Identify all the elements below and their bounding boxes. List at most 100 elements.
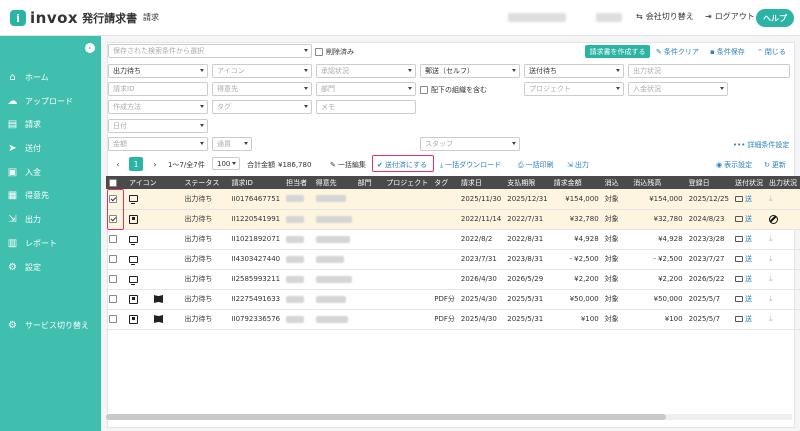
sidebar-item-2[interactable]: ▤ 請求 — [7, 119, 41, 130]
close-filters-link[interactable]: ⌃ 閉じる — [757, 47, 786, 57]
column-header[interactable]: 送付状況 — [731, 176, 766, 189]
send-status-select[interactable]: 送付待ち — [524, 64, 624, 78]
column-header[interactable]: 登録日 — [685, 176, 732, 189]
save-conditions-link[interactable]: ▪ 条件保存 — [710, 47, 745, 57]
payment-status-select[interactable]: 入金状況 — [628, 82, 728, 96]
sidebar-item-6[interactable]: ⇲ 出力 — [7, 214, 41, 225]
create-invoice-button[interactable]: 請求書を作成する — [585, 45, 650, 58]
select-all-checkbox[interactable] — [109, 178, 117, 187]
print-icon[interactable] — [734, 316, 743, 322]
project-select[interactable]: プロジェクト — [524, 82, 624, 96]
column-header[interactable] — [106, 176, 126, 189]
column-header[interactable]: 出力状況 — [765, 176, 800, 189]
output-state-select[interactable]: 出力状況 — [628, 64, 790, 78]
send-icon[interactable]: 送 — [745, 275, 752, 283]
column-header[interactable]: 請求金額 — [550, 176, 602, 189]
column-header[interactable]: 請求ID — [228, 176, 284, 189]
table-row[interactable]: 出力待ち II4303427440 2023/7/31 2023/8/31- ¥2,5… — [106, 249, 800, 270]
include-sub-check[interactable] — [420, 86, 428, 94]
print-icon[interactable] — [734, 216, 743, 222]
collapse-sidebar-icon[interactable]: ‹ — [85, 43, 95, 53]
clear-conditions-link[interactable]: ✎ 条件クリア — [656, 47, 699, 57]
print-icon[interactable] — [734, 256, 743, 262]
column-header[interactable]: 部門 — [354, 176, 384, 189]
date-select[interactable]: 日付 — [108, 119, 208, 133]
delivery-method-select[interactable]: 郵送（セルフ） — [420, 64, 520, 78]
download-icon[interactable]: ⤓ — [769, 254, 773, 264]
amount-select[interactable]: 金額 — [108, 137, 208, 151]
print-icon[interactable] — [734, 195, 743, 202]
send-icon[interactable]: 送 — [745, 235, 752, 243]
tag-select[interactable]: タグ — [212, 100, 312, 114]
department-select[interactable]: 部門 — [316, 82, 416, 96]
column-header[interactable]: アイコン — [126, 176, 182, 189]
bulk-edit-button[interactable]: ✎ 一括編集 — [330, 160, 366, 170]
invoice-id-input[interactable]: 請求ID — [108, 82, 208, 96]
staff-select[interactable]: スタッフ — [420, 137, 520, 151]
saved-search-select[interactable]: 保存された検索条件から選択 — [108, 44, 312, 58]
help-button[interactable]: ヘルプ — [756, 9, 794, 27]
column-header[interactable]: ステータス — [181, 176, 229, 189]
download-icon[interactable]: ⤓ — [769, 194, 773, 204]
download-icon[interactable]: ⤓ — [769, 274, 773, 284]
sidebar-item-5[interactable]: ▦ 得意先 — [7, 190, 49, 201]
column-header[interactable]: 担当者 — [283, 176, 313, 189]
row-checkbox[interactable] — [109, 275, 117, 283]
row-checkbox[interactable] — [109, 315, 117, 323]
bulk-print-button[interactable]: ⎙ 一括印刷 — [518, 160, 554, 170]
per-page-select[interactable]: 100 — [212, 157, 240, 170]
table-row[interactable]: 出力待ち II1021892071 2022/8/2 2022/8/31 ¥4,928 対… — [106, 229, 800, 250]
send-icon[interactable]: 送 — [745, 255, 752, 263]
table-row[interactable]: 出力待ち II2585993211 2026/4/30 2026/5/29 ¥2,200… — [106, 269, 800, 290]
column-header[interactable]: 請求日 — [457, 176, 505, 189]
sidebar-item-0[interactable]: ⌂ ホーム — [7, 72, 48, 83]
send-icon[interactable]: 送 — [745, 295, 752, 303]
memo-input[interactable]: メモ — [316, 100, 416, 114]
column-header[interactable]: プロジェクト — [383, 176, 432, 189]
column-header[interactable]: 消込残高 — [630, 176, 686, 189]
column-header[interactable]: 得意先 — [312, 176, 355, 189]
currency-select[interactable]: 通貨 — [212, 137, 252, 151]
row-checkbox[interactable] — [109, 235, 117, 243]
download-icon[interactable]: ⤓ — [769, 314, 773, 324]
sidebar-item-1[interactable]: ☁ アップロード — [7, 96, 74, 107]
table-row[interactable]: 出力待ち II2275491633 PDF分 2025/4/30 2025/5/31 ¥5… — [106, 289, 800, 310]
logout-button[interactable]: ⇥ ログアウト — [705, 11, 755, 22]
advanced-conditions-link[interactable]: ••• 詳細条件設定 — [733, 140, 789, 150]
include-sub-checkbox[interactable]: 配下の組織を含む — [420, 85, 487, 95]
customer-select[interactable]: 得意先 — [212, 82, 312, 96]
output-status-select[interactable]: 出力待ち — [108, 64, 208, 78]
send-icon[interactable]: 送 — [745, 215, 752, 223]
send-icon[interactable]: 送 — [745, 195, 752, 203]
send-icon[interactable]: 送 — [745, 315, 752, 323]
horizontal-scrollbar[interactable] — [106, 414, 792, 420]
prev-page-button[interactable]: ‹ — [111, 157, 125, 171]
sidebar-item-7[interactable]: ▥ レポート — [7, 238, 57, 249]
table-row[interactable]: 出力待ち II1220541991 2022/11/14 2022/7/31 ¥32,7… — [106, 209, 800, 230]
print-icon[interactable] — [734, 236, 743, 242]
column-header[interactable]: 支払期限 — [504, 176, 551, 189]
switch-company-button[interactable]: ⇆ 会社切り替え — [636, 11, 694, 22]
approval-select[interactable]: 承認状況 — [316, 64, 416, 78]
column-header[interactable]: 消込 — [601, 176, 631, 189]
table-row[interactable]: 出力待ち II0792336576 PDF分 2025/4/30 2025/5/31 ¥1… — [106, 309, 800, 330]
export-button[interactable]: ⇲ 出力 — [567, 160, 589, 170]
sidebar-item-3[interactable]: ➤ 送付 — [7, 143, 41, 154]
table-row[interactable]: 出力待ち II0176467751 2025/11/30 2025/12/31 ¥154… — [106, 189, 800, 210]
print-icon[interactable] — [734, 296, 743, 302]
mark-sent-button[interactable]: ✔ 送付済にする — [377, 160, 427, 170]
column-header[interactable]: タグ — [431, 176, 458, 189]
refresh-button[interactable]: ↻ 更新 — [764, 160, 786, 170]
row-checkbox[interactable] — [109, 295, 117, 303]
next-page-button[interactable]: › — [148, 157, 162, 171]
download-icon[interactable]: ⤓ — [769, 234, 773, 244]
icon-select[interactable]: アイコン — [212, 64, 312, 78]
scrollbar-thumb[interactable] — [106, 414, 666, 420]
page-1-button[interactable]: 1 — [129, 157, 143, 171]
row-checkbox[interactable] — [109, 255, 117, 263]
service-switch-button[interactable]: ⚙ サービス切り替え — [7, 320, 89, 331]
prohibited-icon[interactable] — [768, 214, 778, 224]
download-icon[interactable]: ⤓ — [769, 294, 773, 304]
bulk-download-button[interactable]: ⤓ 一括ダウンロード — [440, 160, 501, 170]
app-logo[interactable]: i invox 発行請求書 — [10, 9, 137, 27]
